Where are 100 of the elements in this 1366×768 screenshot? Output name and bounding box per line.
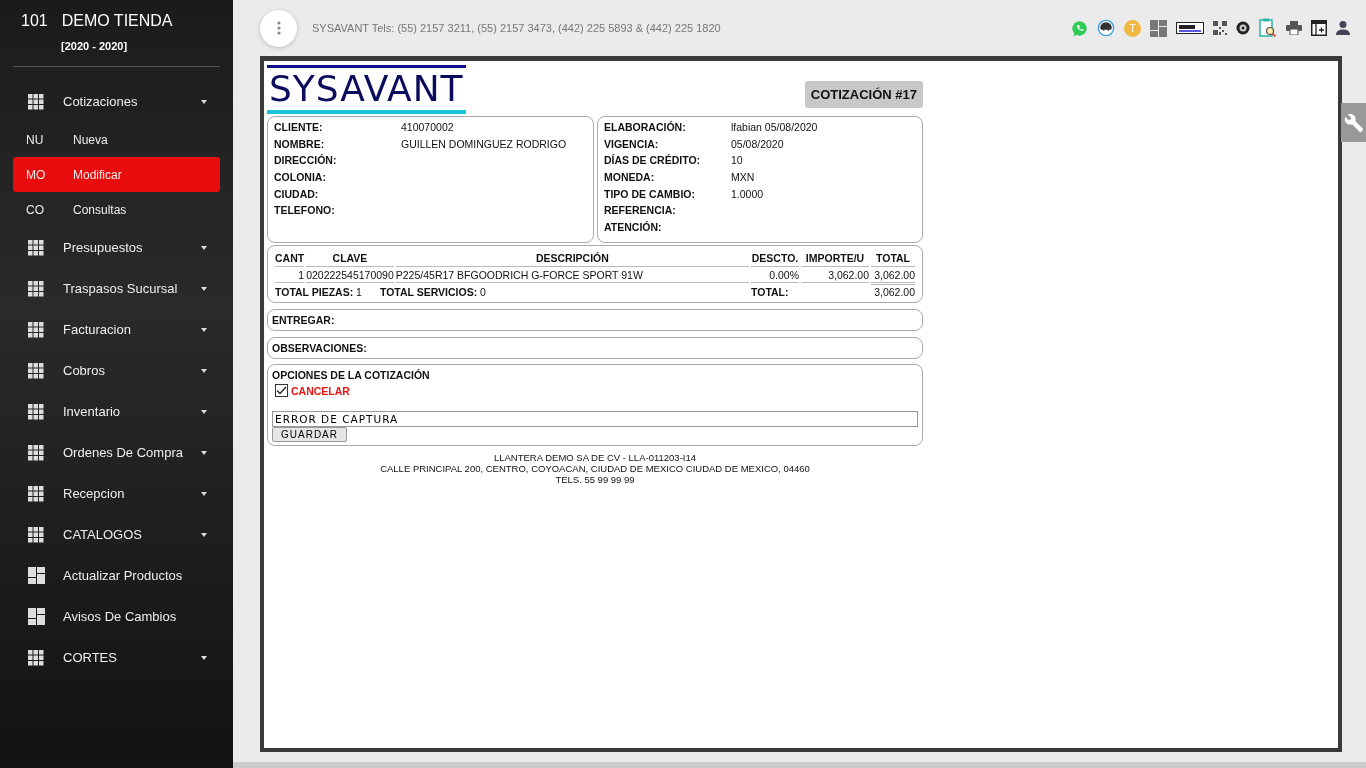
table-cell: 3,062.00 — [801, 268, 869, 283]
dashboard-icon — [28, 608, 45, 625]
table-cell: 020222545170090 — [306, 268, 394, 283]
cancel-checkbox[interactable] — [275, 384, 288, 397]
footer-text: LLANTERA DEMO SA DE CV - LLA-011203-I14 — [492, 452, 698, 463]
grid-icon — [28, 403, 44, 420]
caret-icon — [201, 409, 207, 414]
menu-item[interactable]: Facturacion — [13, 309, 220, 350]
document-title: COTIZACIÓN #17 — [804, 81, 923, 108]
field-label: MONEDA: — [604, 171, 656, 186]
store-name: DEMO TIENDA — [61, 12, 173, 30]
table-cell: P225/45R17 BFGOODRICH G-FORCE SPORT 91W — [395, 268, 749, 283]
toolbar-button[interactable] — [1213, 21, 1227, 35]
field-label: TIPO DE CAMBIO: — [604, 187, 696, 202]
total-value: 3,062.00 — [874, 286, 915, 298]
menu-item[interactable]: Avisos De Cambios — [13, 596, 220, 637]
field-label: ELABORACIÓN: — [604, 121, 687, 135]
section-label: OBSERVACIONES: — [272, 342, 367, 354]
grid-icon — [28, 485, 44, 502]
period-label: [2020 - 2020] — [60, 39, 129, 52]
field-value: 1.0000 — [731, 187, 765, 202]
save-button[interactable]: GUARDAR — [272, 427, 347, 442]
item-abbreviation: NU — [26, 132, 45, 147]
item-label: Nueva — [73, 132, 108, 147]
menu-item[interactable]: Ordenes De Compra — [13, 432, 220, 473]
company-logo: SYSAVANT — [267, 65, 466, 114]
toolbar-button[interactable] — [1311, 20, 1327, 36]
grid-icon — [28, 321, 44, 338]
footer-text: CALLE PRINCIPAL 200, CENTRO, COYOACAN, CIUDAD DE MEXICO CIUDAD DE MEXICO, 04460 — [379, 463, 811, 474]
grid-icon — [28, 280, 44, 297]
field-label: CLIENTE: — [274, 121, 324, 135]
banner-icon — [1176, 22, 1204, 34]
field-label: VIGENCIA: — [604, 137, 660, 152]
total-services: TOTAL SERVICIOS: 0 — [379, 285, 486, 298]
item-abbreviation: CO — [26, 202, 45, 217]
header-text: SYSAVANT Tels: (55) 2157 3211, (55) 2157 3473, (442) 225 5893 & (442) 225 1820 — [312, 22, 722, 34]
person-icon — [1336, 21, 1350, 35]
field-value: GUILLEN DOMINGUEZ RODRIGO — [401, 137, 568, 152]
caret-icon — [201, 286, 207, 291]
grid-icon — [28, 362, 44, 379]
menu-item[interactable]: Cotizaciones — [13, 81, 220, 122]
menu-item[interactable]: Presupuestos — [13, 227, 220, 268]
menu-item[interactable]: Actualizar Productos — [13, 555, 220, 596]
footer-text: TELS. 55 99 99 99 — [554, 474, 636, 485]
field-label: REFERENCIA: — [604, 204, 677, 219]
store-number: 101 — [21, 12, 48, 30]
item-abbreviation: MO — [26, 167, 47, 182]
caret-icon — [201, 450, 207, 455]
column-header: DESCRIPCIÓN — [395, 250, 749, 267]
tire-icon — [1236, 21, 1250, 35]
table-cell: 3,062.00 — [871, 268, 915, 283]
field-label: ATENCIÓN: — [604, 221, 663, 236]
menu-item[interactable]: Inventario — [13, 391, 220, 432]
grid-icon — [28, 649, 44, 666]
toolbar-button[interactable] — [1336, 21, 1350, 35]
submenu-item[interactable]: NU Nueva — [13, 122, 220, 157]
clipboard-search-icon — [1259, 18, 1277, 38]
column-header: TOTAL — [871, 250, 915, 267]
menu-item[interactable]: Cobros — [13, 350, 220, 391]
tools-tab[interactable] — [1341, 103, 1366, 142]
field-label: DÍAS DE CRÉDITO: — [604, 154, 702, 169]
total-pieces: TOTAL PIEZAS: 1 — [275, 285, 362, 298]
submenu-item[interactable]: MO Modificar — [13, 157, 220, 192]
grid-icon — [28, 239, 44, 256]
column-header: DESCTO. — [751, 250, 799, 267]
reason-field[interactable]: ERROR DE CAPTURA — [272, 411, 918, 427]
qr-code-icon — [1213, 21, 1227, 35]
menu-item[interactable]: CORTES — [13, 637, 220, 678]
dashboard-icon — [1150, 19, 1167, 37]
dashboard-icon — [28, 567, 45, 584]
toolbar-button[interactable] — [1286, 21, 1302, 35]
field-value: 410070002 — [401, 121, 455, 135]
grid-icon — [28, 93, 44, 110]
toolbar-button[interactable] — [1259, 18, 1277, 38]
table-add-icon — [1311, 20, 1327, 36]
column-header: CANT — [275, 250, 305, 267]
caret-icon — [201, 327, 207, 332]
field-value: 05/08/2020 — [731, 137, 785, 152]
submenu-item[interactable]: CO Consultas — [13, 192, 220, 227]
menu-item[interactable]: Traspasos Sucursal — [13, 268, 220, 309]
menu-item[interactable]: CATALOGOS — [13, 514, 220, 555]
table-cell: 0.00% — [751, 268, 799, 283]
table-cell: 1 — [275, 268, 305, 283]
printer-icon — [1286, 21, 1302, 35]
column-header: IMPORTE/U — [801, 250, 869, 267]
field-label: COLONIA: — [274, 171, 327, 186]
grid-icon — [28, 444, 44, 461]
total-label: TOTAL: — [751, 285, 789, 298]
field-label: TELEFONO: — [274, 204, 336, 219]
toolbar-button[interactable] — [1176, 22, 1204, 34]
field-label: DIRECCIÓN: — [274, 154, 338, 169]
caret-icon — [201, 491, 207, 496]
toolbar-button[interactable] — [1236, 21, 1250, 35]
field-label: NOMBRE: — [274, 137, 326, 152]
field-value: 10 — [731, 154, 744, 169]
caret-icon — [201, 99, 207, 104]
column-header: CLAVE — [306, 250, 394, 267]
menu-item[interactable]: Recepcion — [13, 473, 220, 514]
section-title: OPCIONES DE LA COTIZACIÓN — [272, 369, 431, 381]
grid-icon — [28, 526, 44, 543]
